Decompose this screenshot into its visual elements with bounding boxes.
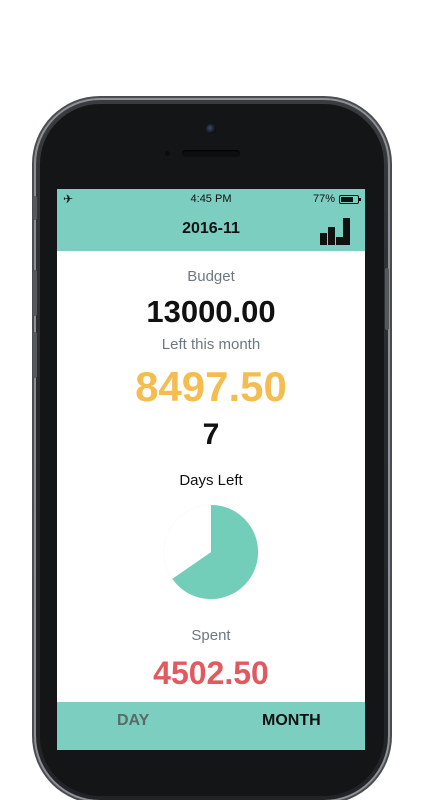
battery-icon: [339, 194, 361, 204]
days-left-label: Days Left: [179, 472, 243, 489]
mute-switch: [33, 196, 37, 220]
tab-bar: DAY MONTH: [57, 702, 365, 750]
nav-bar: 2016-11: [57, 209, 365, 251]
left-this-month-value: 8497.50: [135, 363, 287, 410]
volume-up-button: [33, 270, 37, 316]
tab-month[interactable]: MONTH: [262, 712, 321, 730]
budget-label: Budget: [187, 268, 235, 285]
bar-chart-icon-bar-3: [336, 237, 343, 245]
proximity-sensor: [165, 151, 170, 156]
budget-pie-chart: [163, 504, 259, 600]
status-bar: ✈ 4:45 PM 77%: [57, 189, 365, 209]
volume-down-button: [33, 332, 37, 378]
bar-chart-icon-bar-1: [320, 233, 327, 245]
spent-value: 4502.50: [153, 655, 269, 691]
days-left-value: 7: [202, 418, 220, 451]
app-screen: ✈ 4:45 PM 77% 2016-11 Budget 13000.00 Le…: [57, 189, 365, 750]
battery-indicator: 77%: [312, 193, 361, 205]
spent-label: Spent: [191, 627, 231, 644]
bar-chart-icon[interactable]: [320, 217, 350, 245]
budget-value: 13000.00: [146, 294, 276, 329]
front-camera: [206, 124, 216, 134]
summary-content: Budget 13000.00 Left this month 8497.50 …: [57, 251, 365, 702]
power-button: [385, 268, 389, 330]
left-this-month-label: Left this month: [161, 336, 261, 353]
bar-chart-icon-bar-2: [328, 227, 335, 245]
battery-percent: 77%: [312, 193, 335, 205]
battery-fill: [341, 196, 354, 202]
earpiece-speaker: [182, 150, 240, 157]
page-title: 2016-11: [182, 220, 240, 237]
bar-chart-icon-bar-4: [343, 218, 350, 245]
tab-day[interactable]: DAY: [117, 712, 149, 730]
